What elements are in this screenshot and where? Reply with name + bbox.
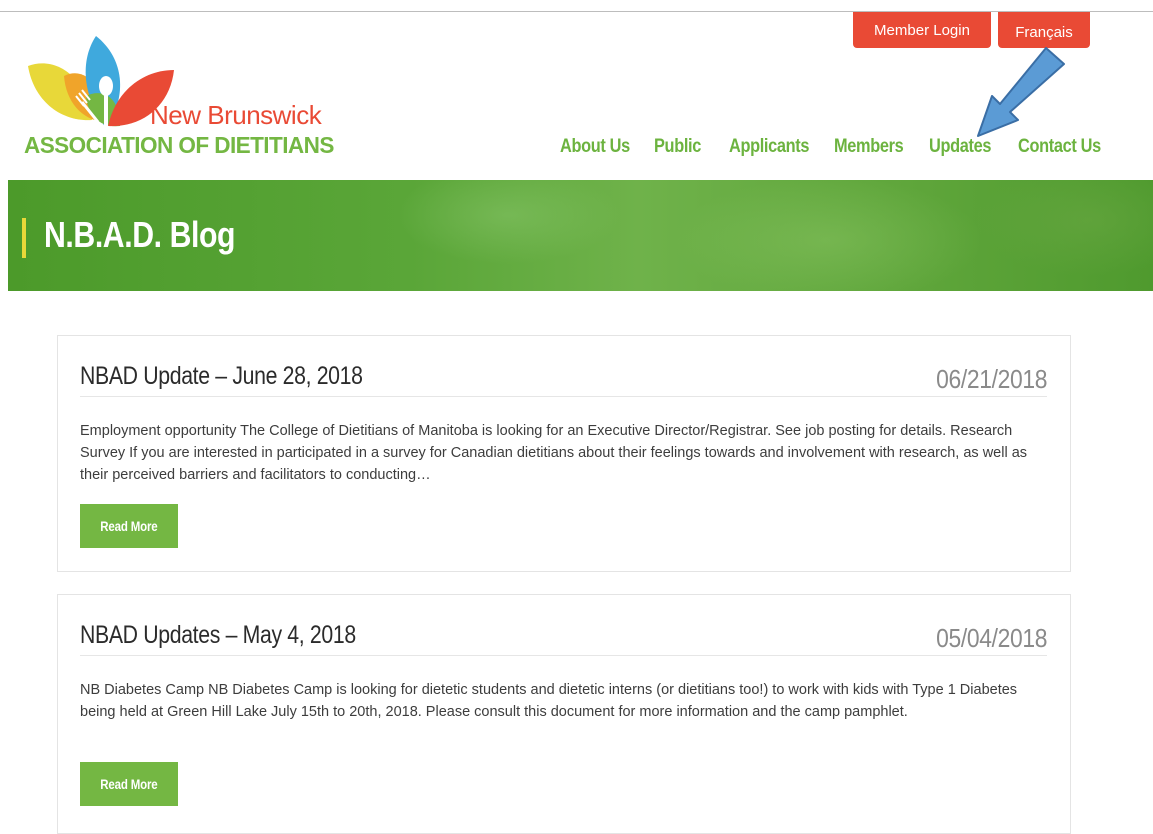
read-more-button[interactable]: Read More [80,504,178,548]
post-date: 05/04/2018 [935,623,1047,653]
read-more-label: Read More [100,518,158,534]
nav-item-about-us[interactable]: About Us [560,136,630,158]
member-login-button[interactable]: Member Login [853,12,991,48]
post-title[interactable]: NBAD Update – June 28, 2018 [80,362,363,391]
blog-post-card: NBAD Updates – May 4, 2018 05/04/2018 NB… [57,594,1071,834]
read-more-button[interactable]: Read More [80,762,178,806]
blog-post-card: NBAD Update – June 28, 2018 06/21/2018 E… [57,335,1071,572]
arrow-down-left-icon [977,47,1065,137]
member-login-label: Member Login [874,21,970,39]
hero-accent-bar [22,218,26,258]
nav-item-members[interactable]: Members [834,136,904,158]
nav-item-applicants[interactable]: Applicants [729,136,809,158]
logo-line-1: New Brunswick [150,100,322,130]
post-excerpt: Employment opportunity The College of Di… [80,423,1028,483]
nav-item-public[interactable]: Public [654,136,701,158]
post-date: 06/21/2018 [935,364,1047,394]
post-divider [80,655,1047,656]
page-title: N.B.A.D. Blog [44,214,236,255]
post-excerpt: NB Diabetes Camp NB Diabetes Camp is loo… [80,682,1018,720]
french-language-button[interactable]: Français [998,12,1090,48]
post-divider [80,396,1047,397]
page-hero-banner: N.B.A.D. Blog [8,180,1153,291]
french-language-label: Français [1015,23,1073,41]
post-title[interactable]: NBAD Updates – May 4, 2018 [80,621,356,650]
read-more-label: Read More [100,776,158,792]
